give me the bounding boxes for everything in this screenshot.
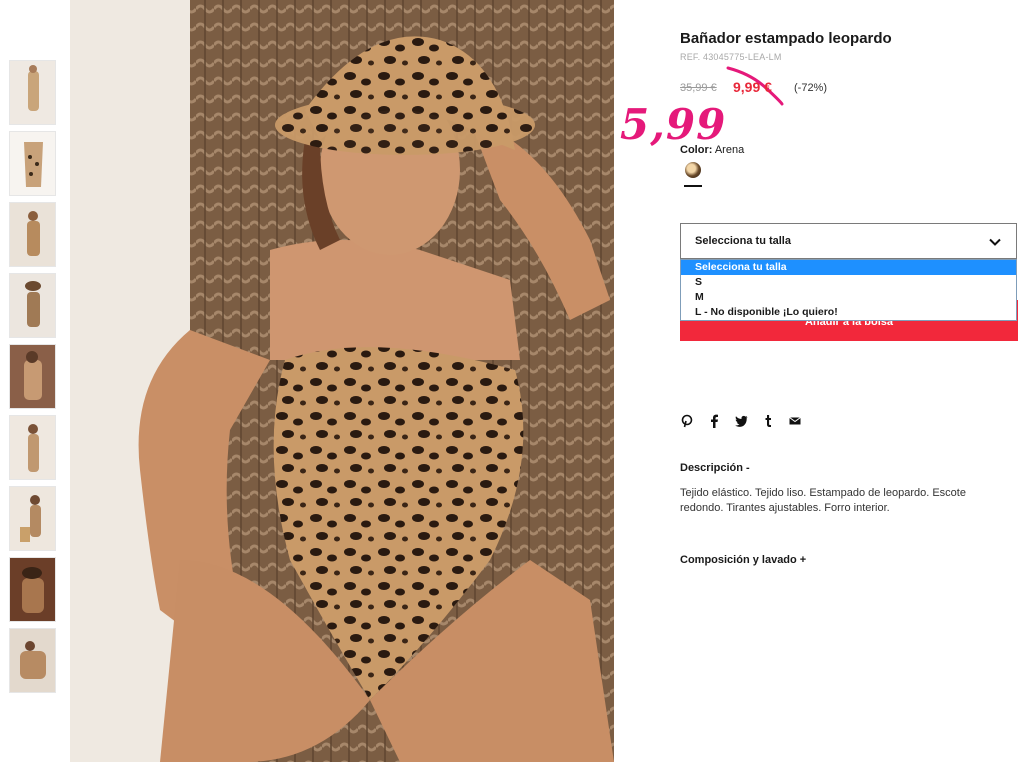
pinterest-icon[interactable] xyxy=(680,414,694,428)
thumbnail-7[interactable] xyxy=(9,486,56,551)
size-option-s[interactable]: S xyxy=(681,275,1016,290)
share-icons xyxy=(680,414,802,428)
description-heading[interactable]: Descripción - xyxy=(680,462,750,474)
thumbnail-5[interactable] xyxy=(9,344,56,409)
size-select-value: Selecciona tu talla xyxy=(695,235,791,247)
old-price: 35,99 € xyxy=(680,82,717,94)
handwritten-price-annotation: 5,99 xyxy=(620,100,727,149)
thumbnail-8[interactable] xyxy=(9,557,56,622)
thumbnail-list xyxy=(9,60,56,699)
color-value: Arena xyxy=(714,144,745,156)
tumblr-icon[interactable] xyxy=(761,414,775,428)
twitter-icon[interactable] xyxy=(734,414,748,428)
color-swatch-arena[interactable] xyxy=(685,162,701,178)
selected-swatch-indicator xyxy=(684,185,702,187)
size-dropdown-list: Selecciona tu talla S M L - No disponibl… xyxy=(680,259,1017,321)
size-option-m[interactable]: M xyxy=(681,290,1016,305)
size-option-placeholder[interactable]: Selecciona tu talla xyxy=(681,260,1016,275)
product-main-image xyxy=(70,0,614,762)
thumbnail-3[interactable] xyxy=(9,202,56,267)
thumbnail-9[interactable] xyxy=(9,628,56,693)
thumbnail-1[interactable] xyxy=(9,60,56,125)
size-option-l[interactable]: L - No disponible ¡Lo quiero! xyxy=(681,305,1016,320)
size-select[interactable]: Selecciona tu talla xyxy=(680,223,1017,259)
color-label: Color: xyxy=(680,144,713,156)
thumbnail-6[interactable] xyxy=(9,415,56,480)
product-reference: REF. 43045775-LEA-LM xyxy=(680,52,782,62)
sale-price: 9,99 € xyxy=(733,79,772,95)
composition-heading[interactable]: Composición y lavado + xyxy=(680,554,806,566)
thumbnail-4[interactable] xyxy=(9,273,56,338)
color-label-row: Color: Arena xyxy=(680,144,744,156)
description-text: Tejido elástico. Tejido liso. Estampado … xyxy=(680,487,966,514)
chevron-down-icon xyxy=(989,238,1001,246)
product-title: Bañador estampado leopardo xyxy=(680,30,892,47)
discount-badge: (-72%) xyxy=(794,82,828,94)
thumbnail-2[interactable] xyxy=(9,131,56,196)
facebook-icon[interactable] xyxy=(707,414,721,428)
mail-icon[interactable] xyxy=(788,414,802,428)
